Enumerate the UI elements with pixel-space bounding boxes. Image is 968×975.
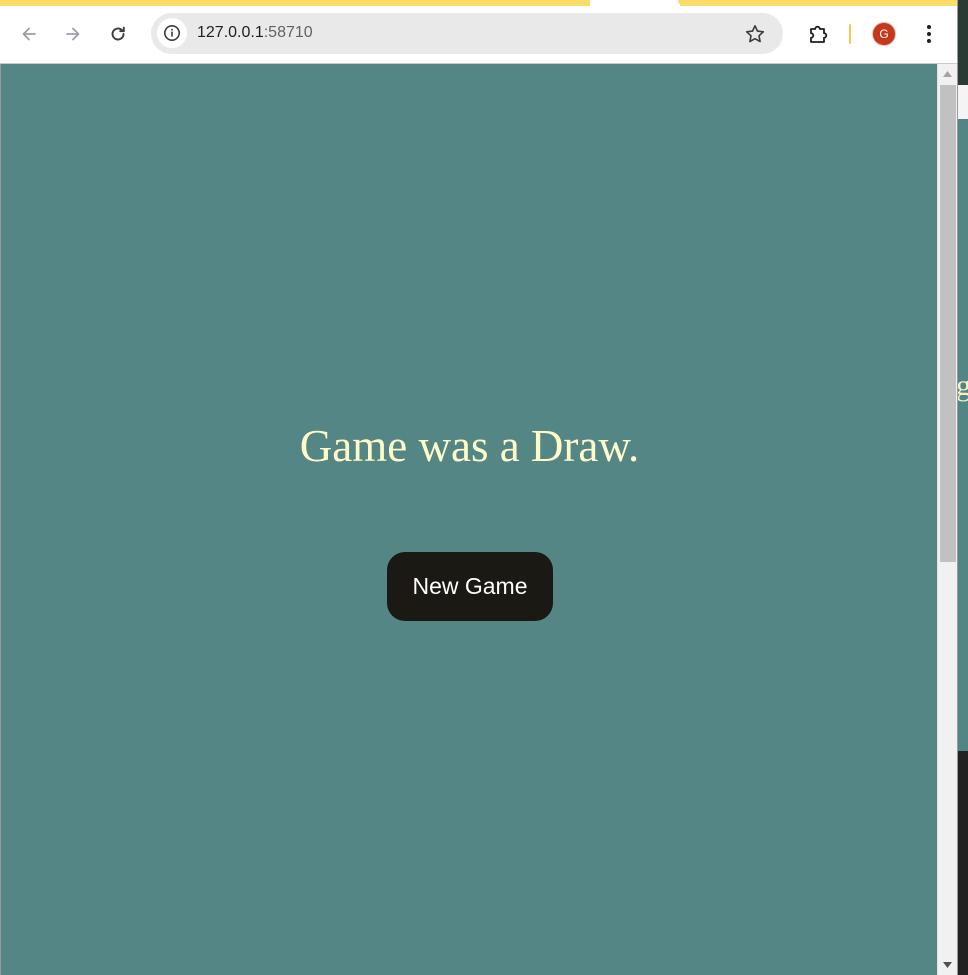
back-arrow-icon [22,27,36,41]
browser-toolbar: 127.0.0.1:58710 G [0,6,957,64]
extensions-button[interactable] [800,16,836,52]
new-game-button[interactable]: New Game [387,552,553,621]
reload-icon [111,26,125,41]
scroll-down-arrow-icon [943,962,952,968]
vertical-scrollbar[interactable] [937,64,957,975]
profile-avatar[interactable]: G [872,22,896,46]
reload-button[interactable] [100,16,136,52]
back-button[interactable] [11,16,47,52]
url-host: 127.0.0.1 [197,24,264,41]
scroll-thumb[interactable] [940,85,956,562]
toolbar-divider [849,24,851,44]
game-result-message: Game was a Draw. [299,421,640,471]
scroll-up-button[interactable] [938,64,957,84]
screen: g 127.0.0.1:58710 G Game was a Draw. New… [0,0,968,975]
url-text[interactable]: 127.0.0.1:58710 [197,24,313,42]
browser-window: 127.0.0.1:58710 G Game was a Draw. New G… [0,0,958,975]
bookmark-button[interactable] [743,22,767,46]
forward-arrow-icon [66,27,80,41]
info-icon [164,25,180,41]
star-icon [745,25,765,43]
scroll-down-button[interactable] [938,955,957,975]
site-info-button[interactable] [157,18,187,48]
url-port: :58710 [263,24,313,41]
puzzle-icon [810,25,828,43]
address-bar[interactable]: 127.0.0.1:58710 [151,13,783,54]
page-viewport: Game was a Draw. New Game [0,64,937,975]
kebab-menu-icon [927,25,931,43]
browser-menu-button[interactable] [913,16,945,52]
scroll-up-arrow-icon [943,71,952,77]
forward-button[interactable] [55,16,91,52]
